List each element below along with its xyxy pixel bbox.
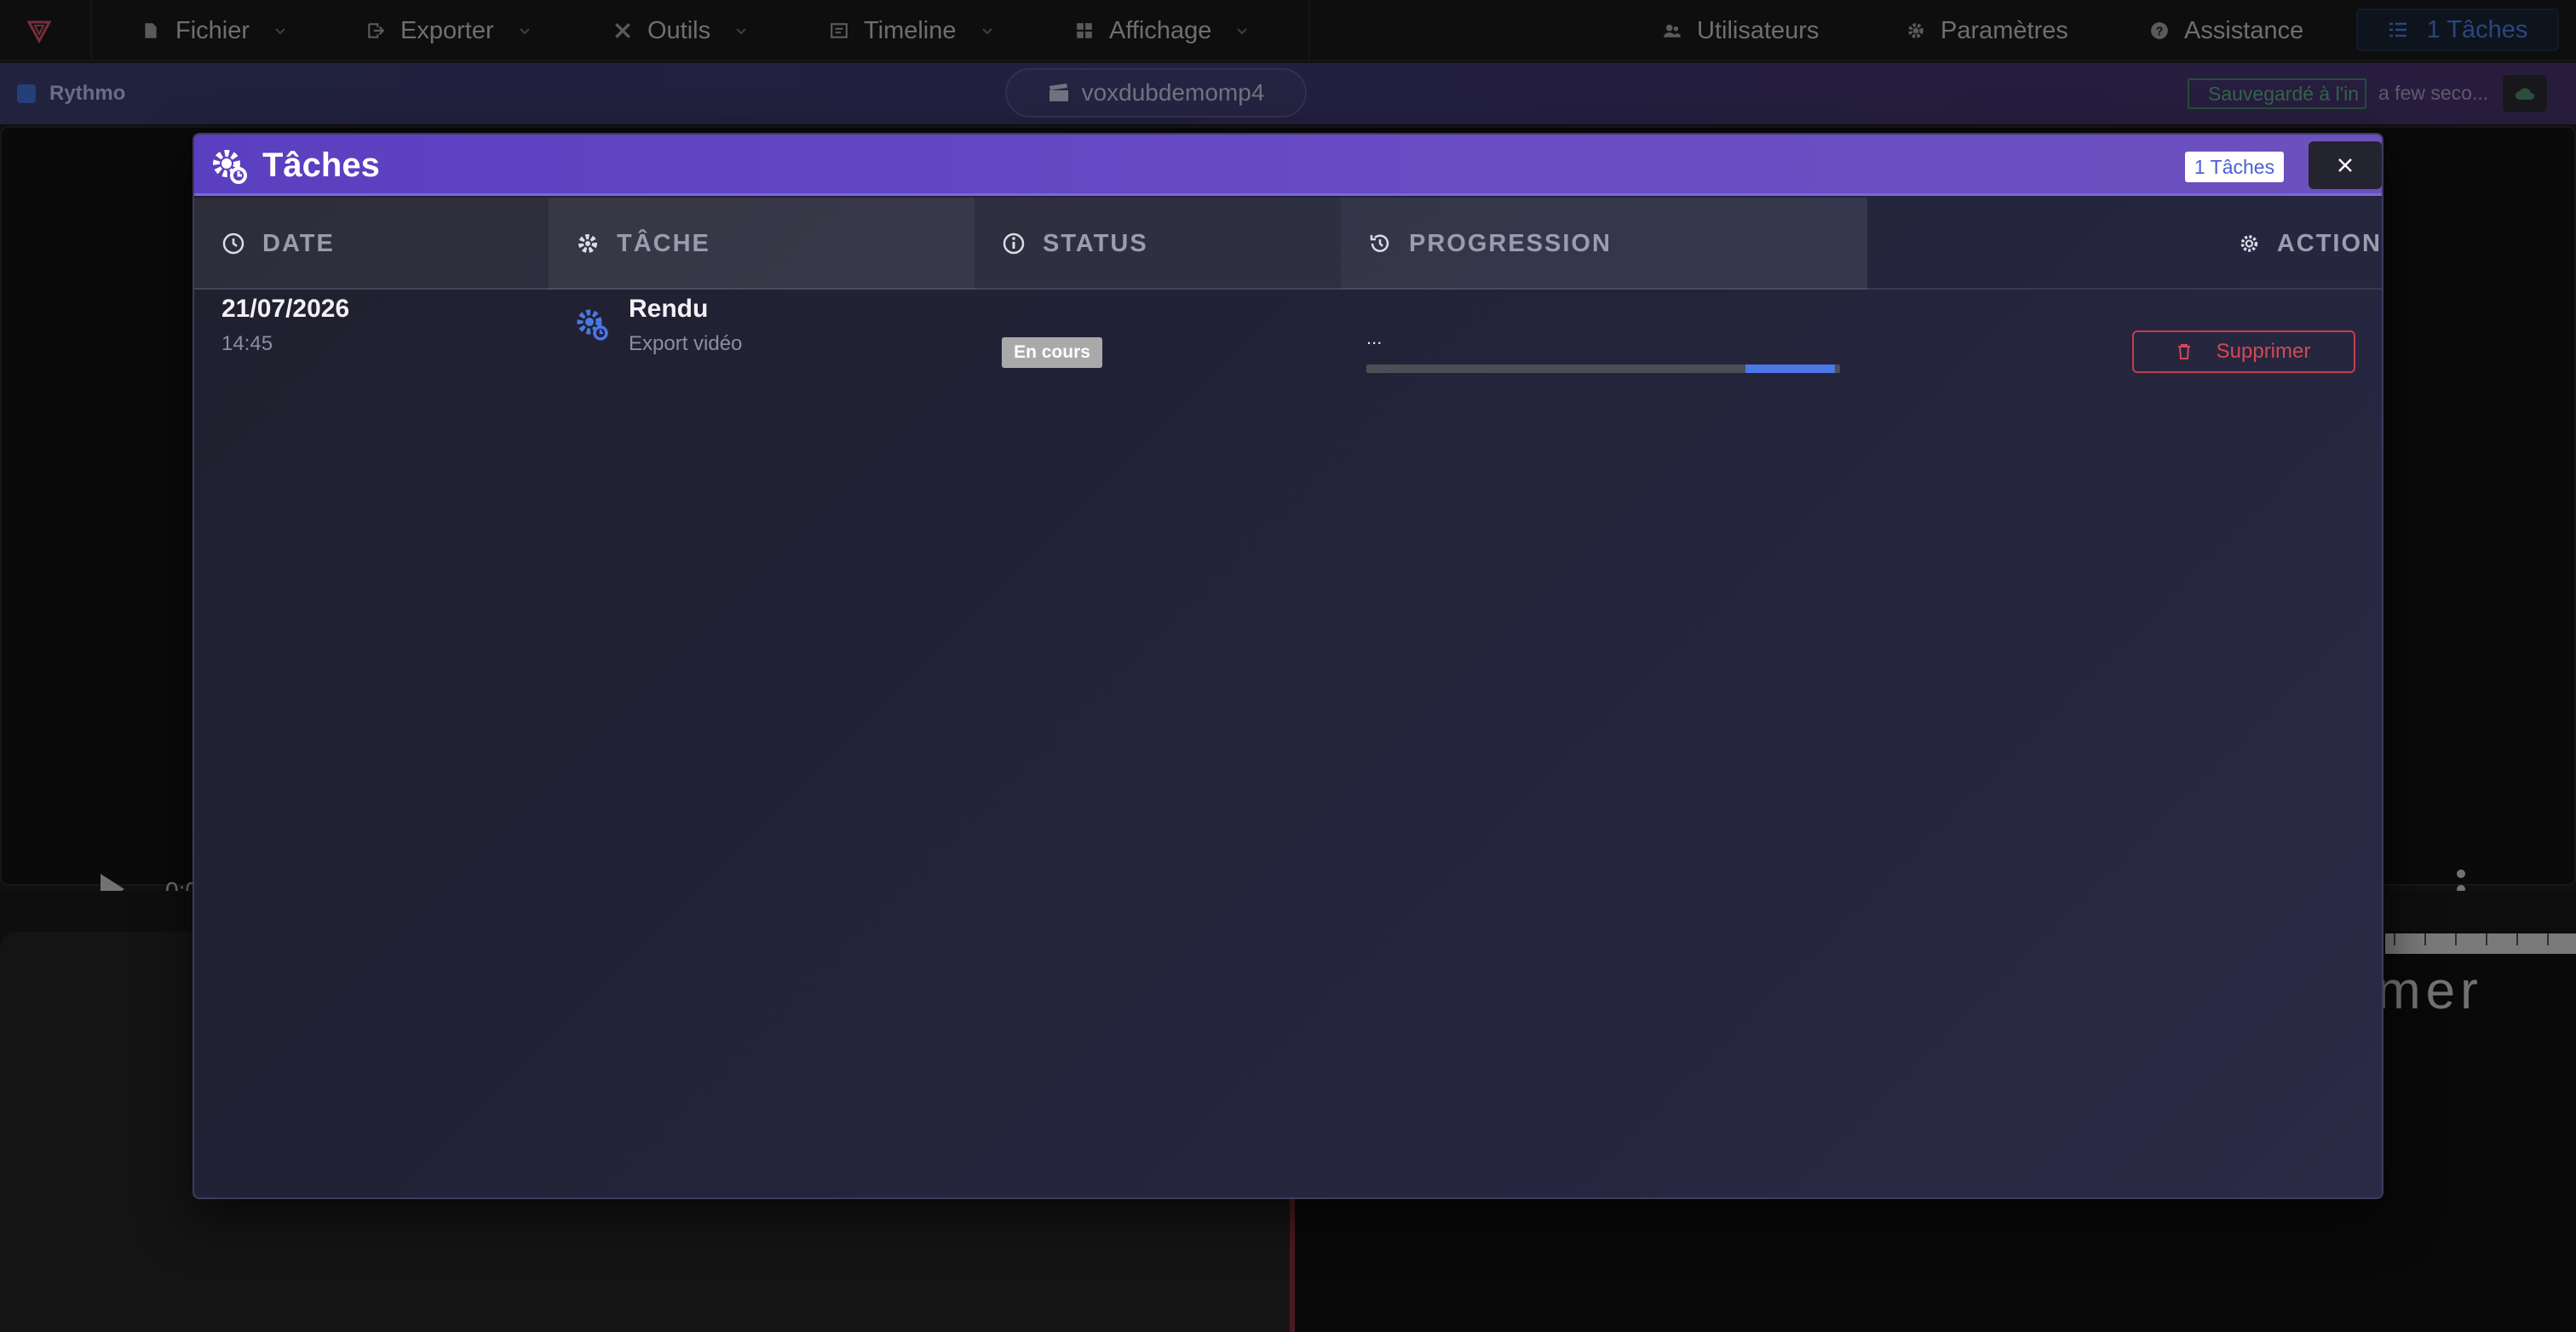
clock-icon [222,233,244,255]
status-badge: En cours [1002,337,1102,368]
cog-outline-icon [2240,235,2258,252]
gears-icon [213,150,247,184]
column-progress[interactable]: PROGRESSION [1341,198,1867,290]
column-task-label: TÂCHE [617,229,710,257]
trash-icon [2177,344,2190,359]
task-date: 21/07/2026 [221,295,350,323]
history-icon [1370,234,1389,252]
column-date-label: DATE [262,229,335,257]
delete-task-button[interactable]: Supprimer [2132,330,2355,373]
column-task[interactable]: TÂCHE [549,198,975,290]
close-button[interactable] [2309,141,2382,189]
render-gears-icon [577,309,608,341]
task-name: Rendu [629,295,709,323]
close-icon [2338,158,2352,172]
tasks-modal: Tâches 1 Tâches DATE TÂCHE STATUS PROGRE… [193,133,2383,1199]
column-action-label: ACTION [2276,229,2382,257]
column-status-label: STATUS [1043,229,1148,257]
delete-task-label: Supprimer [2216,340,2311,363]
column-action[interactable]: ACTION [2203,198,2382,290]
column-status[interactable]: STATUS [975,198,1341,290]
info-icon [1003,233,1025,255]
task-count-badge: 1 Tâches [2185,152,2284,182]
task-subtitle: Export vidéo [629,332,743,355]
column-progress-label: PROGRESSION [1409,229,1612,257]
progress-bar [1366,365,1840,373]
modal-title: Tâches [262,146,380,184]
progress-text: ... [1366,327,1383,348]
table-row [194,291,2382,411]
task-time: 14:45 [221,332,273,355]
modal-header: Tâches 1 Tâches [194,135,2382,196]
progress-bar-fill [1745,365,1836,373]
column-date[interactable]: DATE [194,198,549,290]
gear-icon [578,234,597,253]
tasks-table-header: DATE TÂCHE STATUS PROGRESSION ACTION [194,198,2382,290]
